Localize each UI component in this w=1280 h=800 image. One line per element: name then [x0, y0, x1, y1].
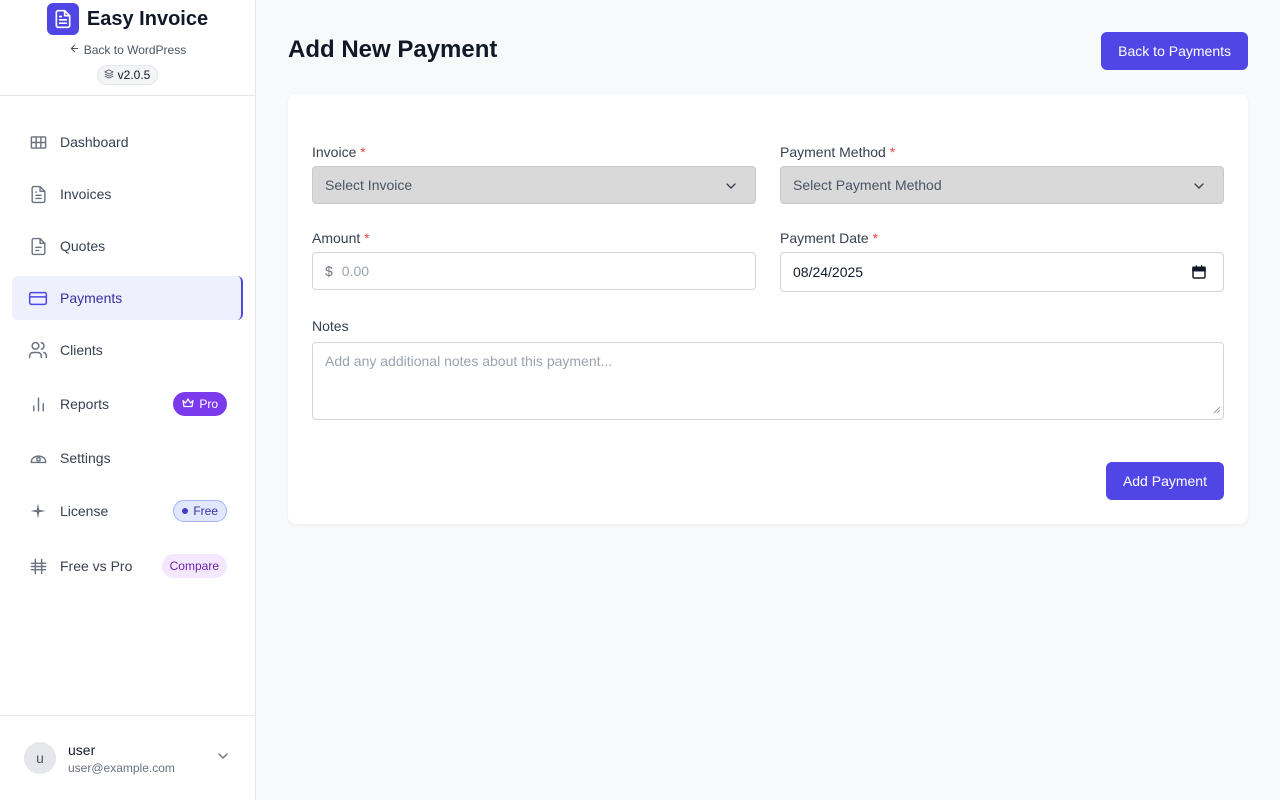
notes-field: Notes Add any additional notes about thi… — [312, 318, 1224, 420]
chevron-down-icon[interactable] — [215, 748, 231, 769]
status-dot — [182, 508, 189, 514]
sidebar: Easy Invoice Back to WordPress v2.0.5 Da… — [0, 0, 256, 800]
main-content: Add New Payment Back to Payments Invoice… — [256, 0, 1280, 800]
brand-header: Easy Invoice Back to WordPress v2.0.5 — [0, 0, 255, 96]
invoice-select-value: Select Invoice — [325, 177, 413, 193]
grid-icon — [28, 132, 48, 152]
free-badge: Free — [173, 500, 227, 522]
hash-icon — [28, 556, 48, 576]
payment-date-input[interactable]: 08/24/2025 — [780, 252, 1224, 292]
notes-textarea[interactable]: Add any additional notes about this paym… — [312, 342, 1224, 420]
calendar-icon[interactable] — [1191, 264, 1207, 283]
user-email: user@example.com — [68, 760, 175, 775]
credit-card-icon — [28, 288, 48, 308]
amount-input[interactable]: $ 0.00 — [312, 252, 756, 290]
sidebar-item-label: Payments — [60, 290, 123, 306]
amount-label: Amount * — [312, 230, 756, 250]
crown-icon — [182, 397, 194, 411]
back-to-wordpress-link[interactable]: Back to WordPress — [69, 43, 186, 57]
sidebar-item-payments[interactable]: Payments — [12, 276, 243, 320]
payment-date-value: 08/24/2025 — [793, 264, 864, 280]
free-badge-label: Free — [193, 504, 218, 518]
sidebar-item-label: Clients — [60, 342, 103, 358]
page-title: Add New Payment — [288, 36, 498, 63]
sidebar-item-label: Reports — [60, 396, 110, 412]
file-text-icon — [28, 236, 48, 256]
required-mark: * — [889, 144, 896, 160]
sidebar-item-label: License — [60, 503, 109, 519]
sidebar-item-invoices[interactable]: Invoices — [12, 172, 243, 216]
sidebar-item-label: Dashboard — [60, 134, 129, 150]
payment-method-select[interactable]: Select Payment Method — [780, 166, 1224, 204]
sidebar-item-clients[interactable]: Clients — [12, 328, 243, 372]
compare-badge[interactable]: Compare — [161, 554, 227, 578]
sidebar-item-free-vs-pro[interactable]: Free vs Pro Compare — [12, 544, 243, 588]
invoice-field: Invoice * Select Invoice — [312, 144, 756, 204]
payment-method-field: Payment Method * Select Payment Method — [780, 144, 1224, 204]
invoice-label: Invoice * — [312, 144, 756, 164]
user-menu[interactable]: u user user@example.com — [0, 715, 255, 800]
sidebar-item-reports[interactable]: Reports Pro — [12, 382, 243, 426]
invoice-label-text: Invoice — [312, 144, 357, 160]
bar-chart-icon — [28, 394, 48, 414]
avatar: u — [24, 742, 56, 774]
payment-method-label-text: Payment Method — [780, 144, 886, 160]
amount-field: Amount * $ 0.00 — [312, 230, 756, 290]
chevron-down-icon — [1191, 178, 1207, 197]
pro-badge-label: Pro — [199, 397, 218, 411]
amount-placeholder: 0.00 — [341, 263, 370, 279]
sidebar-item-label: Free vs Pro — [60, 558, 133, 574]
users-icon — [28, 340, 48, 360]
sidebar-item-settings[interactable]: Settings — [12, 436, 243, 480]
sidebar-item-quotes[interactable]: Quotes — [12, 224, 243, 268]
sparkle-icon — [28, 501, 48, 521]
sidebar-item-label: Invoices — [60, 186, 112, 202]
required-mark: * — [360, 144, 366, 160]
amount-label-text: Amount — [312, 230, 361, 246]
required-mark: * — [364, 230, 370, 246]
payment-method-label: Payment Method * — [780, 144, 1224, 164]
version-label: v2.0.5 — [117, 68, 151, 82]
payment-form-card: Invoice * Select Invoice Payment Method … — [288, 94, 1248, 524]
payment-date-field: Payment Date * 08/24/2025 — [780, 230, 1224, 292]
file-text-icon — [28, 184, 48, 204]
payment-method-select-value: Select Payment Method — [793, 177, 942, 193]
required-mark: * — [872, 230, 879, 246]
sidebar-item-license[interactable]: License Free — [12, 489, 243, 533]
chevron-down-icon — [723, 178, 739, 197]
resize-handle-icon[interactable] — [1213, 401, 1221, 417]
notes-placeholder: Add any additional notes about this paym… — [325, 353, 613, 369]
notes-label: Notes — [312, 318, 349, 334]
add-payment-button[interactable]: Add Payment — [1105, 462, 1224, 500]
sidebar-item-label: Quotes — [60, 238, 106, 254]
version-badge: v2.0.5 — [96, 65, 159, 85]
brand-row: Easy Invoice — [46, 3, 209, 35]
user-info: user user@example.com — [68, 742, 175, 775]
sidebar-item-label: Settings — [60, 450, 111, 466]
currency-symbol: $ — [325, 263, 333, 279]
gauge-icon — [28, 448, 48, 468]
app-title: Easy Invoice — [86, 7, 209, 30]
pro-badge: Pro — [173, 392, 227, 416]
payment-date-label-text: Payment Date — [780, 230, 869, 246]
invoice-logo-icon — [46, 3, 79, 35]
user-name: user — [68, 741, 96, 758]
layers-icon — [104, 68, 114, 82]
arrow-left-icon — [69, 43, 80, 57]
invoice-select[interactable]: Select Invoice — [312, 166, 756, 204]
back-to-payments-button[interactable]: Back to Payments — [1101, 32, 1248, 70]
back-to-wordpress-label: Back to WordPress — [83, 43, 187, 57]
payment-date-label: Payment Date * — [780, 230, 1224, 250]
sidebar-item-dashboard[interactable]: Dashboard — [12, 120, 243, 164]
